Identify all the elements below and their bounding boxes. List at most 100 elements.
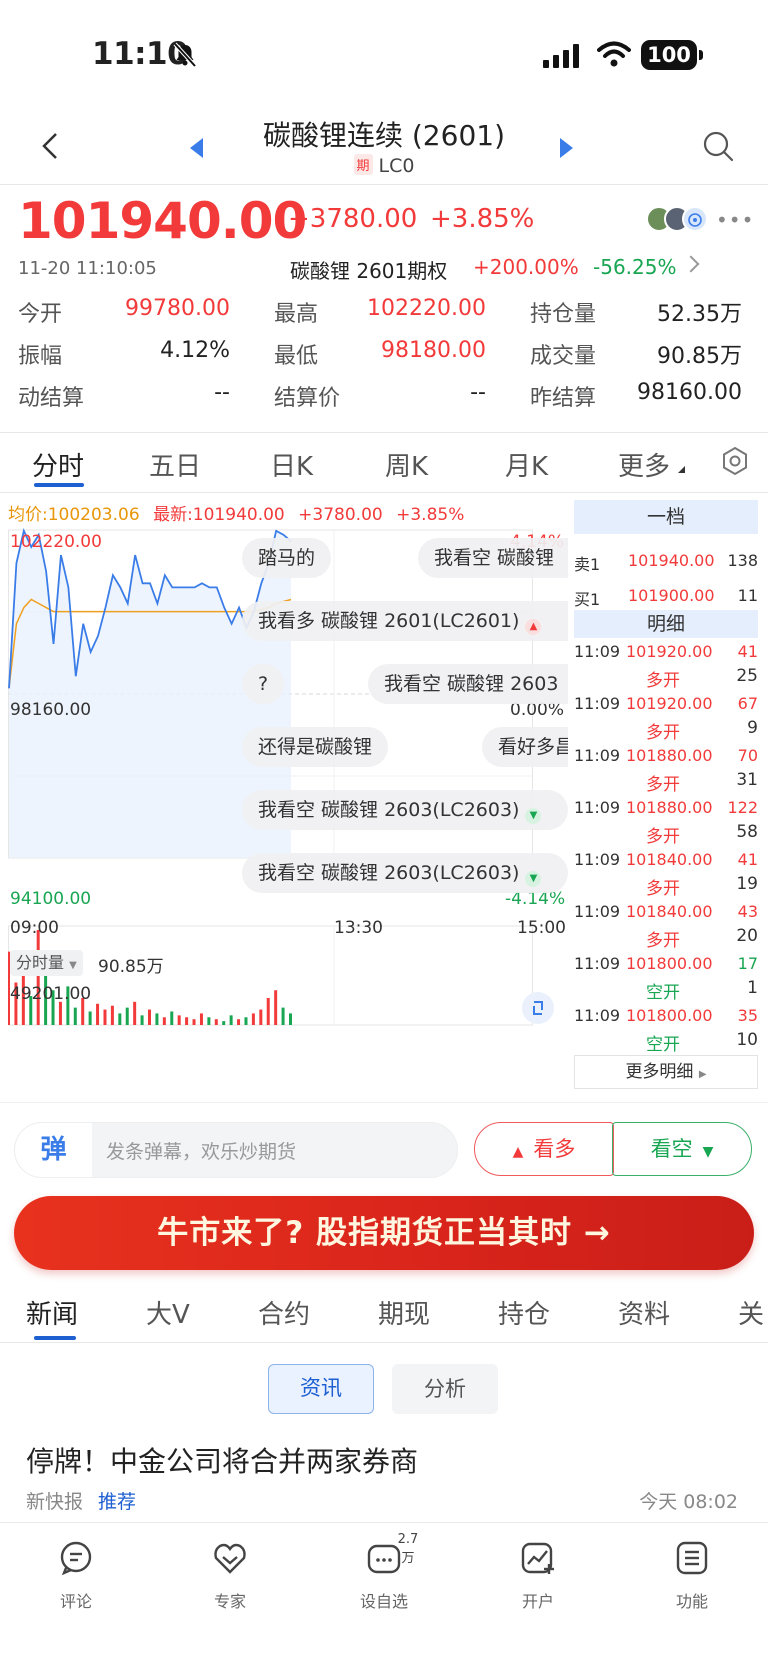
danmaku-text: ? bbox=[258, 673, 269, 695]
bullish-button[interactable]: ▲ 看多 bbox=[474, 1122, 614, 1176]
order-book-level[interactable]: 一档 bbox=[574, 500, 758, 534]
more-options-icon[interactable]: ••• bbox=[716, 208, 754, 232]
option-name[interactable]: 碳酸锂 2601期权 bbox=[290, 255, 447, 284]
bottom-open-account[interactable]: 开户 bbox=[498, 1540, 578, 1612]
x-axis-end: 15:00 bbox=[517, 918, 566, 938]
segment-analysis[interactable]: 分析 bbox=[392, 1364, 498, 1414]
latest-change: +3780.00 bbox=[298, 505, 383, 525]
bottom-functions[interactable]: 功能 bbox=[652, 1540, 732, 1612]
search-icon[interactable] bbox=[702, 130, 734, 162]
stat-value: 99780.00 bbox=[125, 296, 230, 321]
trade-type: 多开 bbox=[646, 931, 680, 951]
trade-time: 11:09 bbox=[574, 850, 621, 869]
stat-label: 今开 bbox=[18, 302, 63, 327]
news-tab-spot[interactable]: 期现 bbox=[378, 1294, 430, 1331]
caret-down-icon bbox=[678, 466, 685, 473]
trade-count: 9 bbox=[747, 718, 758, 738]
open-account-icon bbox=[521, 1542, 554, 1574]
menu-icon bbox=[676, 1541, 708, 1575]
trade-count: 31 bbox=[736, 770, 758, 790]
danmaku-text: 看好多昌 bbox=[498, 736, 568, 758]
bottom-comment[interactable]: 评论 bbox=[36, 1540, 116, 1612]
trade-type: 空开 bbox=[646, 1035, 680, 1055]
news-time: 今天 08:02 bbox=[639, 1491, 738, 1513]
trade-time: 11:09 bbox=[574, 1006, 621, 1025]
trade-time: 11:09 bbox=[574, 798, 621, 817]
bid-volume: 11 bbox=[737, 586, 758, 605]
trade-price: 101800.00 bbox=[626, 1006, 713, 1025]
trade-time: 11:09 bbox=[574, 642, 621, 661]
tab-daily-k[interactable]: 日K bbox=[270, 446, 313, 483]
stat-value: 102220.00 bbox=[367, 296, 486, 321]
danmaku-bubble[interactable]: 还得是碳酸锂 bbox=[242, 727, 389, 767]
trade-count: 10 bbox=[736, 1030, 758, 1050]
danmaku-text: 我看空 碳酸锂 2603(LC2603) bbox=[258, 862, 520, 884]
volume-bar bbox=[155, 1013, 159, 1025]
update-time: 11-20 11:10:05 bbox=[18, 258, 157, 279]
fullscreen-icon[interactable] bbox=[522, 992, 554, 1024]
segment-news[interactable]: 资讯 bbox=[268, 1364, 374, 1414]
danmaku-bubble[interactable]: 我看空 碳酸锂 bbox=[418, 538, 568, 578]
news-tab-related[interactable]: 关 bbox=[738, 1294, 764, 1331]
ask-price: 101940.00 bbox=[628, 551, 715, 570]
tab-five-day[interactable]: 五日 bbox=[149, 446, 201, 483]
contract-code-text: LC0 bbox=[378, 155, 415, 177]
volume-selector[interactable]: 分时量 ▼ bbox=[10, 950, 83, 976]
tab-more[interactable]: 更多 bbox=[618, 446, 670, 483]
volume-bar bbox=[244, 1017, 248, 1025]
stat-label: 最低 bbox=[274, 344, 319, 369]
more-details-button[interactable]: 更多明细 ▶ bbox=[574, 1055, 758, 1089]
volume-bar bbox=[289, 1013, 292, 1025]
volume-bar bbox=[274, 990, 278, 1025]
danmaku-text: 还得是碳酸锂 bbox=[258, 736, 373, 758]
bottom-watchlist[interactable]: 设自选 2.7万 bbox=[344, 1532, 424, 1612]
tab-monthly-k[interactable]: 月K bbox=[505, 446, 548, 483]
volume-total: 90.85万 bbox=[98, 957, 164, 977]
danmaku-bubble[interactable]: ? bbox=[242, 664, 285, 704]
chevron-right-icon[interactable] bbox=[682, 255, 700, 273]
danmaku-text: 我看空 碳酸锂 2603(LC2603) bbox=[258, 799, 520, 821]
trade-volume: 70 bbox=[737, 746, 758, 765]
news-tag: 推荐 bbox=[98, 1491, 137, 1513]
expert-avatars[interactable] bbox=[646, 206, 710, 232]
bottom-expert[interactable]: 专家 bbox=[190, 1540, 270, 1612]
danmaku-bubble[interactable]: 我看多 碳酸锂 2601(LC2601) ▲ bbox=[242, 601, 568, 641]
trade-price: 101840.00 bbox=[626, 850, 713, 869]
news-tab-position[interactable]: 持仓 bbox=[498, 1294, 550, 1331]
tab-weekly-k[interactable]: 周K bbox=[385, 446, 428, 483]
news-tab-bigv[interactable]: 大V bbox=[146, 1294, 190, 1331]
news-tab-data[interactable]: 资料 bbox=[618, 1294, 670, 1331]
news-tab-contract[interactable]: 合约 bbox=[258, 1294, 310, 1331]
stat-value: 4.12% bbox=[160, 338, 230, 363]
news-tab-news[interactable]: 新闻 bbox=[26, 1294, 78, 1331]
trade-price: 101880.00 bbox=[626, 798, 713, 817]
news-headline[interactable]: 停牌！中金公司将合并两家券商 bbox=[26, 1440, 418, 1480]
danmaku-text: 我看多 碳酸锂 2601(LC2601) bbox=[258, 610, 520, 632]
price-change: +3780.00 bbox=[288, 204, 418, 234]
bottom-watchlist-label: 设自选 bbox=[359, 1592, 408, 1611]
volume-selector-label: 分时量 bbox=[16, 953, 65, 972]
x-axis-start: 09:00 bbox=[10, 918, 59, 938]
y-axis-low: 94100.00 bbox=[10, 889, 92, 909]
volume-bar bbox=[103, 1009, 107, 1025]
bottom-functions-label: 功能 bbox=[675, 1592, 708, 1611]
danmaku-bubble[interactable]: 我看空 碳酸锂 2603 bbox=[368, 664, 568, 704]
danmaku-bubble[interactable]: 看好多昌 bbox=[482, 727, 568, 767]
next-contract-icon[interactable] bbox=[560, 138, 573, 158]
futures-badge: 期 bbox=[353, 154, 373, 175]
danmaku-placeholder[interactable]: 发条弹幕，欢乐炒期货 bbox=[106, 1137, 296, 1164]
trade-volume: 35 bbox=[737, 1006, 758, 1025]
volume-bar bbox=[148, 1009, 151, 1025]
volume-bar bbox=[281, 1007, 285, 1025]
promo-banner[interactable]: 牛市来了? 股指期货正当其时 → bbox=[14, 1196, 754, 1270]
danmaku-bubble[interactable]: 踏马的 bbox=[242, 538, 332, 578]
volume-max: 49201.00 bbox=[10, 984, 92, 1004]
danmaku-bubble[interactable]: 我看空 碳酸锂 2603(LC2603) ▼ bbox=[242, 790, 568, 830]
danmaku-bubble[interactable]: 我看空 碳酸锂 2603(LC2603) ▼ bbox=[242, 853, 568, 893]
volume-bar bbox=[177, 1015, 181, 1025]
danmaku-text: 踏马的 bbox=[258, 547, 316, 569]
bearish-button[interactable]: 看空 ▼ bbox=[612, 1122, 752, 1176]
gear-icon[interactable] bbox=[720, 446, 750, 476]
tab-intraday[interactable]: 分时 bbox=[32, 446, 84, 483]
chart-info-line: 均价:100203.06 最新:101940.00 +3780.00 +3.85… bbox=[8, 500, 464, 525]
